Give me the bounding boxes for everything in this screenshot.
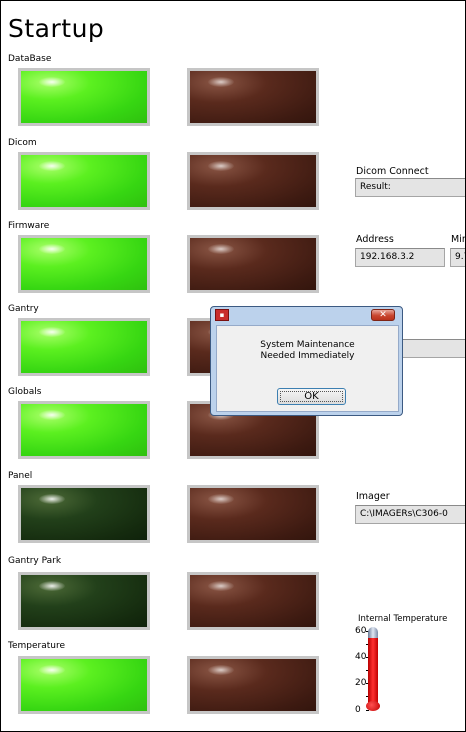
labview-icon: ▪ — [215, 309, 229, 321]
thermometer-bulb — [366, 701, 380, 711]
gantry-park-error-led — [187, 572, 319, 630]
indicator-label-gantry: Gantry — [8, 304, 39, 314]
dialog-body: System Maintenance Needed Immediately OK — [216, 325, 399, 412]
internal-temperature-label: Internal Temperature — [358, 614, 448, 624]
thermo-tick-label: 40 — [355, 652, 367, 662]
dialog-message-line2: Needed Immediately — [260, 351, 355, 361]
startup-panel: Startup DataBase Dicom Firmware Gantry G… — [0, 0, 466, 732]
dicom-result-field: Result: — [355, 178, 465, 197]
indicator-label-database: DataBase — [8, 54, 52, 64]
panel-error-led — [187, 485, 319, 543]
dicom-status-led — [18, 152, 150, 210]
dialog-titlebar[interactable]: ▪ ✕ — [211, 307, 402, 322]
indicator-label-temperature: Temperature — [8, 641, 66, 651]
indicator-label-dicom: Dicom — [8, 138, 37, 148]
database-error-led — [187, 68, 319, 126]
ok-button[interactable]: OK — [277, 388, 346, 405]
dicom-connect-label: Dicom Connect — [356, 166, 429, 177]
temperature-error-led — [187, 656, 319, 714]
indicator-label-firmware: Firmware — [8, 221, 50, 231]
imager-label: Imager — [356, 491, 390, 502]
gantry-status-led — [18, 318, 150, 376]
thermo-tick-label: 20 — [355, 678, 367, 688]
min-label: Mir — [451, 234, 466, 245]
close-icon[interactable]: ✕ — [371, 309, 395, 321]
gantry-park-status-led — [18, 572, 150, 630]
address-label: Address — [356, 234, 394, 245]
min-field: 9.7 — [450, 248, 465, 267]
database-status-led — [18, 68, 150, 126]
firmware-status-led — [18, 235, 150, 293]
maintenance-dialog: ▪ ✕ System Maintenance Needed Immediatel… — [210, 306, 403, 416]
globals-status-led — [18, 401, 150, 459]
temperature-status-led — [18, 656, 150, 714]
imager-path-field: C:\IMAGERs\C306-0 — [355, 505, 465, 524]
address-field: 192.168.3.2 — [355, 248, 445, 267]
indicator-label-globals: Globals — [8, 387, 42, 397]
indicator-label-gantry-park: Gantry Park — [8, 556, 62, 566]
dialog-message-line1: System Maintenance — [260, 340, 355, 350]
indicator-label-panel: Panel — [8, 471, 33, 481]
firmware-error-led — [187, 235, 319, 293]
thermometer-tube — [368, 627, 378, 707]
dicom-error-led — [187, 152, 319, 210]
thermo-tick-label: 60 — [355, 626, 367, 636]
panel-status-led — [18, 485, 150, 543]
page-title: Startup — [8, 14, 105, 43]
thermometer-fill — [368, 638, 378, 707]
thermo-tick-label: 0 — [355, 705, 361, 715]
